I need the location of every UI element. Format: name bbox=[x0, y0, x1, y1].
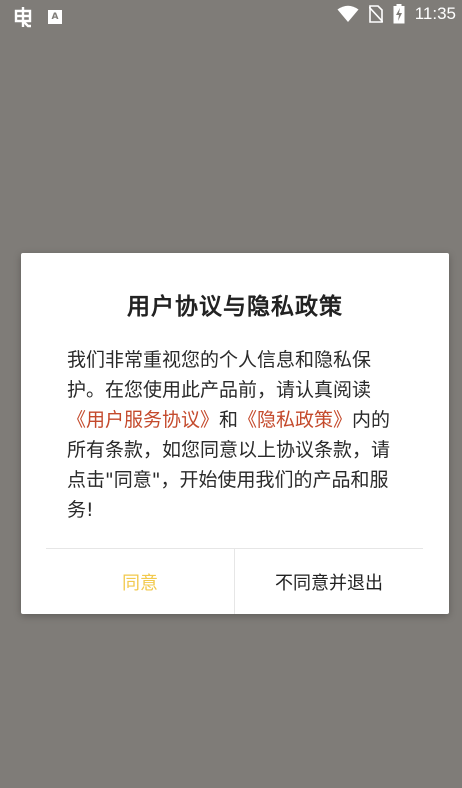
status-left-icons: A bbox=[12, 5, 62, 29]
body-text-part1: 我们非常重视您的个人信息和隐私保护。在您使用此产品前，请认真阅读 bbox=[67, 349, 372, 401]
a-label: A bbox=[51, 11, 59, 22]
dialog-title: 用户协议与隐私政策 bbox=[127, 294, 343, 320]
agree-button[interactable]: 同意 bbox=[46, 549, 234, 614]
status-time: 11:35 bbox=[414, 4, 456, 23]
a-notification-icon: A bbox=[48, 10, 62, 24]
disagree-exit-button[interactable]: 不同意并退出 bbox=[235, 549, 423, 614]
dialog-body: 我们非常重视您的个人信息和隐私保护。在您使用此产品前，请认真阅读《用户服务协议》… bbox=[67, 345, 407, 525]
agreement-dialog: 用户协议与隐私政策 我们非常重视您的个人信息和隐私保护。在您使用此产品前，请认真… bbox=[21, 253, 449, 614]
status-bar: A 11:35 bbox=[0, 0, 462, 34]
bug-icon bbox=[14, 7, 32, 28]
body-text-part2: 和 bbox=[219, 409, 239, 431]
status-right-icons: 11:35 bbox=[337, 4, 456, 24]
privacy-policy-link[interactable]: 《隐私政策》 bbox=[238, 409, 352, 431]
no-sim-icon bbox=[368, 5, 383, 23]
user-agreement-link[interactable]: 《用户服务协议》 bbox=[67, 409, 219, 431]
battery-charging-icon bbox=[393, 4, 405, 24]
wifi-icon bbox=[337, 5, 359, 22]
